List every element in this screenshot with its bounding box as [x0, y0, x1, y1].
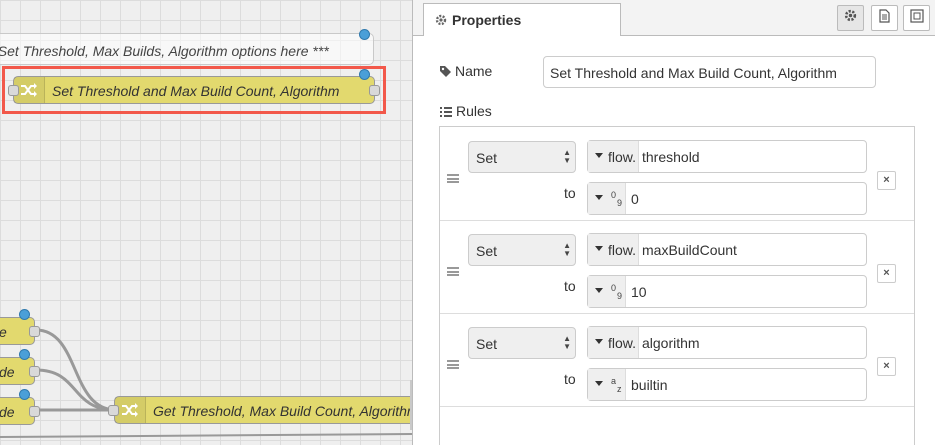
edit-panel: Properties Name Set Threshold and Max Bu…	[412, 0, 935, 445]
rule-target-input[interactable]: flow. threshold	[587, 140, 867, 173]
remove-rule-button[interactable]: ×	[877, 264, 896, 283]
select-arrows-icon: ▲ ▼	[563, 148, 571, 165]
remove-rule-button[interactable]: ×	[877, 171, 896, 190]
rule-row: Set ▲ ▼ flow. algorithm to az builtin ×	[440, 313, 914, 407]
rule-action-select[interactable]: Set ▲ ▼	[468, 234, 576, 266]
number-type-icon: 09	[610, 190, 624, 208]
frame-icon	[909, 8, 924, 28]
node-changed-indicator	[359, 69, 370, 80]
target-type-select[interactable]: flow.	[588, 234, 639, 265]
node-label: Get Threshold, Max Build Count, Algorith…	[153, 403, 412, 419]
change-node-get[interactable]: Get Threshold, Max Build Count, Algorith…	[114, 396, 412, 424]
caret-down-icon	[595, 153, 603, 158]
node-label: Set Threshold and Max Build Count, Algor…	[52, 83, 340, 99]
rule-row: Set ▲ ▼ flow. threshold to 09 0 ×	[440, 127, 914, 221]
svg-text:0: 0	[611, 283, 616, 293]
rule-action-value: Set	[476, 336, 498, 352]
node-properties-button[interactable]	[837, 5, 864, 31]
list-icon	[439, 105, 453, 123]
rule-value-input[interactable]: 09 10	[587, 275, 867, 308]
node-changed-indicator	[359, 29, 370, 40]
remove-rule-button[interactable]: ×	[877, 357, 896, 376]
number-type-icon: 09	[610, 283, 624, 301]
target-type-label: flow.	[608, 335, 637, 351]
rule-value-input[interactable]: 09 0	[587, 182, 867, 215]
value-text: 10	[631, 284, 647, 300]
rule-action-select[interactable]: Set ▲ ▼	[468, 141, 576, 173]
input-port[interactable]	[108, 405, 119, 416]
target-type-label: flow.	[608, 242, 637, 258]
tab-properties[interactable]: Properties	[423, 3, 621, 36]
node-changed-indicator	[19, 389, 30, 400]
to-label: to	[564, 278, 576, 294]
value-text: builtin	[631, 377, 668, 393]
target-value: threshold	[642, 149, 700, 165]
caret-down-icon	[595, 195, 603, 200]
caret-down-icon	[595, 246, 603, 251]
svg-text:9: 9	[617, 198, 622, 208]
node-description-button[interactable]	[871, 5, 898, 31]
caret-down-icon	[595, 339, 603, 344]
target-type-select[interactable]: flow.	[588, 141, 639, 172]
svg-text:0: 0	[611, 190, 616, 200]
name-input[interactable]: Set Threshold and Max Build Count, Algor…	[543, 56, 876, 88]
rule-action-select[interactable]: Set ▲ ▼	[468, 327, 576, 359]
node-appearance-button[interactable]	[903, 5, 930, 31]
flow-canvas[interactable]: ** Set Threshold, Max Builds, Algorithm …	[0, 0, 412, 445]
change-node-selected[interactable]: Set Threshold and Max Build Count, Algor…	[13, 76, 375, 104]
output-port[interactable]	[29, 406, 40, 417]
target-value: algorithm	[642, 335, 700, 351]
input-port[interactable]	[8, 85, 19, 96]
comment-node[interactable]: ** Set Threshold, Max Builds, Algorithm …	[0, 33, 374, 65]
comment-node-label: ** Set Threshold, Max Builds, Algorithm …	[0, 43, 329, 59]
rules-label: Rules	[456, 103, 492, 119]
caret-down-icon	[595, 288, 603, 293]
value-text: 0	[631, 191, 639, 207]
rules-list: Set ▲ ▼ flow. threshold to 09 0 × Set ▲ …	[439, 126, 915, 445]
drag-handle-icon[interactable]	[447, 360, 459, 369]
output-port[interactable]	[29, 326, 40, 337]
output-port[interactable]	[369, 85, 380, 96]
rule-action-value: Set	[476, 243, 498, 259]
node-label: de	[0, 404, 15, 420]
shuffle-icon	[115, 397, 146, 423]
rule-action-value: Set	[476, 150, 498, 166]
to-label: to	[564, 371, 576, 387]
value-type-select[interactable]: az	[588, 369, 626, 400]
string-type-icon: az	[610, 376, 624, 394]
drag-handle-icon[interactable]	[447, 174, 459, 183]
drag-handle-icon[interactable]	[447, 267, 459, 276]
document-icon	[879, 8, 890, 28]
rule-target-input[interactable]: flow. algorithm	[587, 326, 867, 359]
caret-down-icon	[595, 381, 603, 386]
value-type-select[interactable]: 09	[588, 276, 626, 307]
rule-row: Set ▲ ▼ flow. maxBuildCount to 09 10 ×	[440, 220, 914, 314]
node-label: e	[0, 324, 7, 340]
rule-value-input[interactable]: az builtin	[587, 368, 867, 401]
gear-icon	[435, 13, 447, 31]
target-value: maxBuildCount	[642, 242, 737, 258]
panel-tab-bar: Properties	[413, 0, 935, 36]
svg-text:9: 9	[617, 291, 622, 301]
tab-title: Properties	[452, 12, 522, 28]
tag-icon	[439, 65, 452, 83]
select-arrows-icon: ▲ ▼	[563, 241, 571, 258]
value-type-select[interactable]: 09	[588, 183, 626, 214]
node-label: de	[0, 364, 15, 380]
svg-text:z: z	[617, 384, 622, 394]
target-type-select[interactable]: flow.	[588, 327, 639, 358]
select-arrows-icon: ▲ ▼	[563, 334, 571, 351]
output-port[interactable]	[29, 366, 40, 377]
to-label: to	[564, 185, 576, 201]
svg-text:a: a	[611, 376, 616, 386]
gear-icon	[844, 9, 857, 27]
node-changed-indicator	[19, 309, 30, 320]
rule-target-input[interactable]: flow. maxBuildCount	[587, 233, 867, 266]
target-type-label: flow.	[608, 149, 637, 165]
name-label: Name	[455, 63, 493, 79]
node-changed-indicator	[19, 349, 30, 360]
